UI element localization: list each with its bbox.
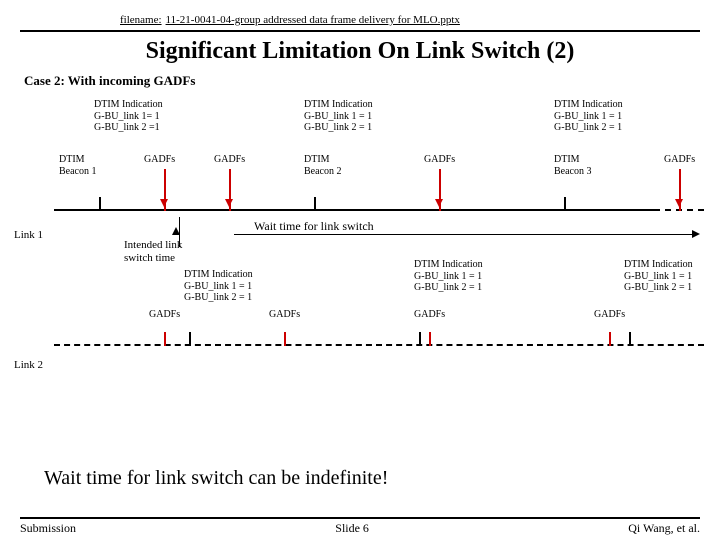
- gadfs-label: GADFs: [214, 154, 245, 166]
- dtim-line: G-BU_link 1 = 1: [304, 111, 373, 123]
- dtim-line: DTIM Indication: [304, 99, 373, 111]
- dtim-indication-6: DTIM Indication G-BU_link 1 = 1 G-BU_lin…: [624, 259, 693, 294]
- gadf-tick: [429, 332, 431, 346]
- dtim-line: DTIM Indication: [414, 259, 483, 271]
- beacon-line: Beacon 2: [304, 166, 342, 178]
- beacon-line: DTIM: [59, 154, 97, 166]
- dtim-indication-1: DTIM Indication G-BU_link 1= 1 G-BU_link…: [94, 99, 163, 134]
- footer-center: Slide 6: [335, 521, 369, 536]
- case-title: Case 2: With incoming GADFs: [24, 73, 720, 89]
- dtim-line: G-BU_link 1 = 1: [624, 271, 693, 283]
- dtim-indication-2: DTIM Indication G-BU_link 1 = 1 G-BU_lin…: [304, 99, 373, 134]
- beacon2-label: DTIM Beacon 2: [304, 154, 342, 177]
- gadf-tick: [164, 197, 166, 211]
- dtim-line: G-BU_link 2 = 1: [554, 122, 623, 134]
- link1-label: Link 1: [14, 229, 43, 241]
- beacon-line: Beacon 3: [554, 166, 592, 178]
- beacon-tick: [99, 197, 101, 211]
- beacon-tick: [419, 332, 421, 346]
- conclusion-text: Wait time for link switch can be indefin…: [44, 467, 388, 490]
- dtim-indication-4: DTIM Indication G-BU_link 1 = 1 G-BU_lin…: [184, 269, 253, 304]
- gadfs-label: GADFs: [414, 309, 445, 321]
- dtim-indication-5: DTIM Indication G-BU_link 1 = 1 G-BU_lin…: [414, 259, 483, 294]
- intended-line: switch time: [124, 252, 182, 265]
- beacon3-label: DTIM Beacon 3: [554, 154, 592, 177]
- dtim-line: DTIM Indication: [184, 269, 253, 281]
- intended-line: Intended link: [124, 239, 182, 252]
- gadfs-label: GADFs: [424, 154, 455, 166]
- gadf-tick: [439, 197, 441, 211]
- gadfs-label: GADFs: [664, 154, 695, 166]
- gadfs-label: GADFs: [594, 309, 625, 321]
- intended-switch-label: Intended link switch time: [124, 239, 182, 264]
- beacon-tick: [564, 197, 566, 211]
- gadfs-label: GADFs: [144, 154, 175, 166]
- dtim-line: G-BU_link 2 = 1: [624, 282, 693, 294]
- wait-arrow-line: [234, 234, 694, 235]
- dtim-line: G-BU_link 1 = 1: [414, 271, 483, 283]
- wait-arrowhead-icon: [692, 230, 700, 238]
- beacon-line: DTIM: [554, 154, 592, 166]
- dtim-line: G-BU_link 1 = 1: [184, 281, 253, 293]
- filename-label: filename:: [120, 14, 162, 26]
- dtim-line: G-BU_link 1= 1: [94, 111, 163, 123]
- dtim-indication-3: DTIM Indication G-BU_link 1 = 1 G-BU_lin…: [554, 99, 623, 134]
- gadfs-label: GADFs: [149, 309, 180, 321]
- dtim-line: G-BU_link 2 =1: [94, 122, 163, 134]
- link2-label: Link 2: [14, 359, 43, 371]
- footer-bar: Submission Slide 6 Qi Wang, et al.: [20, 517, 700, 536]
- header-bar: filename: 11-21-0041-04-group addressed …: [20, 10, 700, 32]
- dtim-line: DTIM Indication: [624, 259, 693, 271]
- slide-title: Significant Limitation On Link Switch (2…: [0, 38, 720, 65]
- dtim-line: G-BU_link 2 = 1: [304, 122, 373, 134]
- gadf-tick: [679, 197, 681, 211]
- filename-value: 11-21-0041-04-group addressed data frame…: [166, 14, 460, 26]
- dtim-line: G-BU_link 1 = 1: [554, 111, 623, 123]
- footer-right: Qi Wang, et al.: [628, 521, 700, 536]
- beacon-tick: [189, 332, 191, 346]
- dtim-line: G-BU_link 2 = 1: [184, 292, 253, 304]
- timing-diagram: Link 1 DTIM Indication G-BU_link 1= 1 G-…: [14, 99, 714, 419]
- footer-left: Submission: [20, 521, 76, 536]
- gadf-tick: [229, 197, 231, 211]
- gadf-tick: [284, 332, 286, 346]
- dtim-line: DTIM Indication: [554, 99, 623, 111]
- gadf-tick: [164, 332, 166, 346]
- dtim-line: DTIM Indication: [94, 99, 163, 111]
- gadfs-label: GADFs: [269, 309, 300, 321]
- wait-label: Wait time for link switch: [254, 219, 374, 234]
- beacon-tick: [629, 332, 631, 346]
- beacon1-label: DTIM Beacon 1: [59, 154, 97, 177]
- beacon-line: DTIM: [304, 154, 342, 166]
- gadf-tick: [609, 332, 611, 346]
- beacon-line: Beacon 1: [59, 166, 97, 178]
- beacon-tick: [314, 197, 316, 211]
- dtim-line: G-BU_link 2 = 1: [414, 282, 483, 294]
- link2-timeline: [54, 344, 704, 346]
